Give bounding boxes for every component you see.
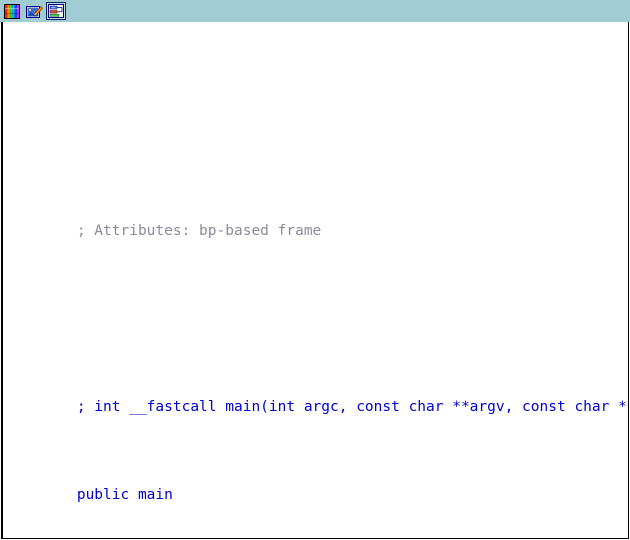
- graph-view-glyph: ++: [48, 4, 64, 18]
- disassembly-pane[interactable]: ; Attributes: bp-based frame ; int __fas…: [1, 22, 629, 539]
- public-main-text: public main: [77, 487, 173, 503]
- image-edit-icon[interactable]: [24, 2, 44, 20]
- code-listing[interactable]: ; Attributes: bp-based frame ; int __fas…: [2, 44, 628, 539]
- code-line-blank: [2, 110, 628, 132]
- graph-view-icon[interactable]: ++: [46, 2, 66, 20]
- code-line-attributes-comment: ; Attributes: bp-based frame: [2, 198, 628, 220]
- image-edit-glyph: [26, 4, 43, 19]
- code-line-blank: [2, 286, 628, 308]
- code-line-public-main[interactable]: public main: [2, 462, 628, 484]
- prototype-comment-text: ; int __fastcall main(int argc, const ch…: [77, 399, 629, 415]
- code-line-prototype-comment: ; int __fastcall main(int argc, const ch…: [2, 374, 628, 396]
- attributes-comment-text: ; Attributes: bp-based frame: [77, 223, 321, 239]
- toolbar: ++: [0, 0, 630, 22]
- svg-text:++: ++: [51, 6, 55, 10]
- disassembly-window: ++ ; Attributes: bp-based frame ; int __…: [0, 0, 630, 540]
- color-palette-glyph: [4, 4, 20, 19]
- color-palette-icon[interactable]: [2, 2, 22, 20]
